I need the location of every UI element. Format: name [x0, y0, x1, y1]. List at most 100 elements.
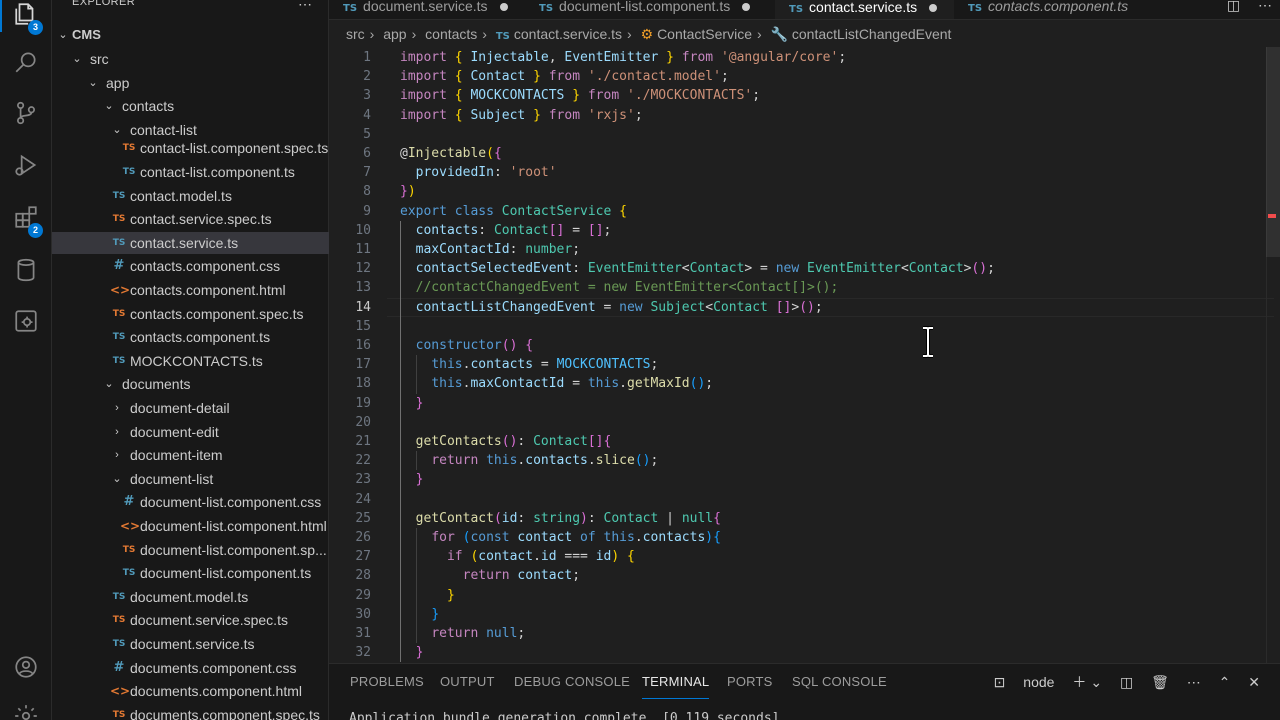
code-line[interactable]: }: [400, 605, 439, 624]
unsaved-dot-icon[interactable]: [929, 4, 938, 13]
code-line[interactable]: getContact(id: string): Contact | null{: [400, 509, 721, 528]
code-line[interactable]: constructor() {: [400, 336, 533, 355]
editor-tab[interactable]: TS contacts.component.ts: [954, 0, 1164, 19]
settings-gear-icon[interactable]: [0, 692, 52, 720]
tree-item[interactable]: # contacts.component.css: [52, 255, 329, 277]
close-panel-icon[interactable]: ✕: [1248, 674, 1260, 690]
remote-explorer-icon[interactable]: [0, 297, 52, 345]
breadcrumb-class[interactable]: ContactService: [657, 26, 752, 42]
editor-scrollbar[interactable]: [1266, 47, 1280, 663]
account-icon[interactable]: [0, 643, 52, 691]
tree-item[interactable]: <> document-list.component.html: [52, 515, 329, 537]
tree-root[interactable]: ⌄ CMS: [52, 24, 329, 46]
code-line[interactable]: if (contact.id === id) {: [400, 547, 635, 566]
code-line[interactable]: return null;: [400, 624, 525, 643]
tree-item[interactable]: TS contact-list.component.ts: [52, 161, 329, 183]
split-terminal-icon[interactable]: ◫: [1120, 674, 1133, 690]
code-editor[interactable]: 1 import { Injectable, EventEmitter } fro…: [329, 47, 1280, 663]
tree-item[interactable]: <> contacts.component.html: [52, 279, 329, 301]
tree-item[interactable]: TS contact.model.ts: [52, 185, 329, 207]
tree-item[interactable]: › document-edit: [52, 421, 329, 443]
maximize-panel-icon[interactable]: ⌃: [1219, 674, 1231, 690]
panel-tab-problems[interactable]: PROBLEMS: [350, 674, 424, 689]
tree-item[interactable]: # document-list.component.css: [52, 491, 329, 513]
tree-item[interactable]: <> documents.component.html: [52, 680, 329, 702]
tree-item[interactable]: TS contacts.component.ts: [52, 326, 329, 348]
tree-item[interactable]: ⌄ document-list: [52, 468, 329, 490]
code-line[interactable]: contactSelectedEvent: EventEmitter<Conta…: [400, 259, 995, 278]
code-line[interactable]: getContacts(): Contact[]{: [400, 432, 612, 451]
tree-item[interactable]: TS contacts.component.spec.ts: [52, 303, 329, 325]
code-line[interactable]: return this.contacts.slice();: [400, 451, 658, 470]
tree-item[interactable]: › document-detail: [52, 397, 329, 419]
tree-item[interactable]: ⌄ app: [52, 72, 329, 94]
tree-item[interactable]: ⌄ contacts: [52, 95, 329, 117]
code-line[interactable]: export class ContactService {: [400, 202, 627, 221]
tree-item[interactable]: TS document.service.ts: [52, 633, 329, 655]
more-actions-icon[interactable]: ⋯: [298, 0, 312, 13]
editor-tab[interactable]: TS contact.service.ts: [775, 0, 954, 19]
scrollbar-thumb[interactable]: [1266, 47, 1280, 257]
trash-icon[interactable]: 🗑: [1151, 674, 1169, 690]
panel-tab-output[interactable]: OUTPUT: [440, 674, 495, 689]
breadcrumb-app[interactable]: app: [383, 26, 406, 42]
more-actions-icon[interactable]: ⋯: [1258, 0, 1272, 13]
tree-item[interactable]: TS MOCKCONTACTS.ts: [52, 350, 329, 372]
tree-item[interactable]: › document-item: [52, 444, 329, 466]
code-line[interactable]: //contactChangedEvent = new EventEmitter…: [400, 278, 839, 297]
extensions-icon[interactable]: 2: [0, 193, 52, 241]
breadcrumb-src[interactable]: src: [346, 26, 365, 42]
panel-tab-ports[interactable]: PORTS: [727, 674, 773, 689]
tree-item[interactable]: ⌄ src: [52, 48, 329, 70]
tree-item[interactable]: TS documents.component.spec.ts: [52, 704, 329, 720]
editor-tab[interactable]: TS document-list.component.ts: [525, 0, 775, 19]
tree-item[interactable]: TS document.model.ts: [52, 586, 329, 608]
code-line[interactable]: import { Injectable, EventEmitter } from…: [400, 48, 846, 67]
tree-item[interactable]: TS document-list.component.sp...: [52, 539, 329, 561]
code-line[interactable]: maxContactId: number;: [400, 240, 580, 259]
new-terminal-icon[interactable]: ＋: [1072, 674, 1086, 690]
source-control-icon[interactable]: [0, 89, 52, 137]
run-debug-icon[interactable]: [0, 141, 52, 189]
terminal-name[interactable]: node: [1023, 674, 1054, 690]
code-line[interactable]: }): [400, 182, 416, 201]
breadcrumb-contacts[interactable]: contacts: [425, 26, 477, 42]
code-line[interactable]: contacts: Contact[] = [];: [400, 221, 612, 240]
code-line[interactable]: @Injectable({: [400, 144, 502, 163]
tree-item[interactable]: TS contact.service.ts: [52, 231, 329, 254]
breadcrumb-file[interactable]: contact.service.ts: [514, 26, 622, 42]
more-actions-icon[interactable]: ⋯: [1187, 674, 1201, 690]
code-line[interactable]: }: [400, 586, 455, 605]
editor-tab[interactable]: TS document.service.ts: [329, 0, 525, 19]
code-line[interactable]: import { Subject } from 'rxjs';: [400, 106, 643, 125]
code-line[interactable]: providedIn: 'root': [400, 163, 557, 182]
code-line[interactable]: contactListChangedEvent = new Subject<Co…: [400, 298, 823, 317]
unsaved-dot-icon[interactable]: [742, 3, 751, 12]
explorer-icon[interactable]: 3: [0, 0, 52, 38]
panel-tab-sql-console[interactable]: SQL CONSOLE: [792, 674, 887, 689]
code-token: 'rxjs': [587, 107, 635, 123]
database-icon[interactable]: [0, 246, 52, 294]
code-line[interactable]: import { MOCKCONTACTS } from './MOCKCONT…: [400, 86, 760, 105]
tree-item[interactable]: ⌄ documents: [52, 373, 329, 395]
unsaved-dot-icon[interactable]: [499, 3, 508, 12]
tree-item[interactable]: TS document.service.spec.ts: [52, 609, 329, 631]
code-line[interactable]: this.contacts = MOCKCONTACTS;: [400, 355, 658, 374]
code-line[interactable]: return contact;: [400, 566, 580, 585]
panel-tab-debug-console[interactable]: DEBUG CONSOLE: [514, 674, 630, 689]
code-line[interactable]: for (const contact of this.contacts){: [400, 528, 721, 547]
code-line[interactable]: import { Contact } from './contact.model…: [400, 67, 729, 86]
split-editor-icon[interactable]: ◫: [1227, 0, 1240, 13]
code-line[interactable]: this.maxContactId = this.getMaxId();: [400, 374, 713, 393]
code-line[interactable]: }: [400, 394, 424, 413]
tree-item[interactable]: TS contact.service.spec.ts: [52, 208, 329, 230]
search-icon[interactable]: [0, 38, 52, 86]
code-line[interactable]: }: [400, 470, 424, 489]
tree-item[interactable]: TS contact-list.component.spec.ts: [52, 137, 329, 159]
tree-item[interactable]: # documents.component.css: [52, 657, 329, 679]
breadcrumb-property[interactable]: contactListChangedEvent: [792, 26, 952, 42]
chevron-down-icon[interactable]: ⌄: [1090, 674, 1102, 690]
tree-item[interactable]: TS document-list.component.ts: [52, 562, 329, 584]
code-line[interactable]: }: [400, 643, 424, 662]
panel-tab-terminal[interactable]: TERMINAL: [642, 674, 710, 699]
